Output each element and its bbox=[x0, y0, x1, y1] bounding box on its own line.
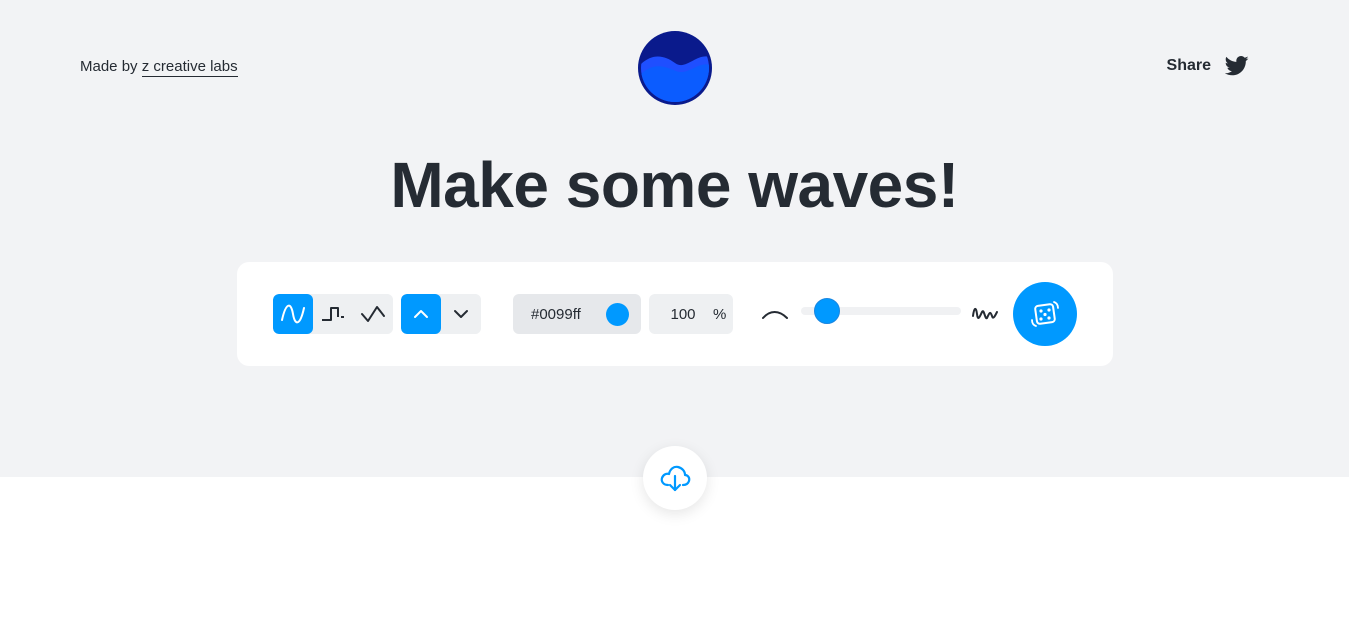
chevron-down-icon bbox=[454, 310, 468, 318]
randomize-button[interactable] bbox=[1013, 282, 1077, 346]
sine-wave-button[interactable] bbox=[273, 294, 313, 334]
wave-logo-icon[interactable] bbox=[638, 31, 712, 105]
complexity-slider bbox=[761, 294, 1001, 334]
made-by-prefix: Made by bbox=[80, 58, 138, 75]
direction-down-button[interactable] bbox=[441, 294, 481, 334]
triangle-wave-button[interactable] bbox=[353, 294, 393, 334]
slider-track[interactable] bbox=[801, 298, 961, 324]
cloud-download-icon bbox=[660, 465, 691, 492]
opacity-unit: % bbox=[713, 305, 727, 323]
color-picker-field[interactable]: #0099ff bbox=[513, 294, 641, 334]
jagged-wave-icon bbox=[972, 308, 998, 320]
chevron-up-icon bbox=[414, 310, 428, 318]
opacity-input[interactable]: 100 bbox=[667, 306, 699, 323]
share-label: Share bbox=[1166, 57, 1211, 74]
twitter-icon[interactable] bbox=[1225, 56, 1249, 76]
dice-icon bbox=[1031, 301, 1059, 327]
wave-toolbar: #0099ff 100 % bbox=[237, 262, 1113, 366]
download-button[interactable] bbox=[643, 446, 707, 510]
color-hex-value[interactable]: #0099ff bbox=[531, 306, 581, 323]
smooth-curve-icon bbox=[762, 311, 788, 319]
page-title: Make some waves! bbox=[390, 149, 959, 221]
creator-link[interactable]: z creative labs bbox=[141, 58, 238, 77]
sine-wave-icon bbox=[281, 304, 305, 324]
square-wave-icon bbox=[322, 307, 344, 321]
made-by-credit: Made by z creative labs bbox=[80, 58, 238, 77]
color-swatch[interactable] bbox=[606, 303, 629, 326]
direction-up-button[interactable] bbox=[401, 294, 441, 334]
square-wave-button[interactable] bbox=[313, 294, 353, 334]
triangle-wave-icon bbox=[361, 306, 385, 322]
share-button[interactable]: Share bbox=[1167, 56, 1249, 76]
wave-type-group bbox=[273, 294, 393, 334]
opacity-field[interactable]: 100 % bbox=[649, 294, 733, 334]
direction-group bbox=[401, 294, 481, 334]
slider-thumb[interactable] bbox=[813, 298, 840, 324]
